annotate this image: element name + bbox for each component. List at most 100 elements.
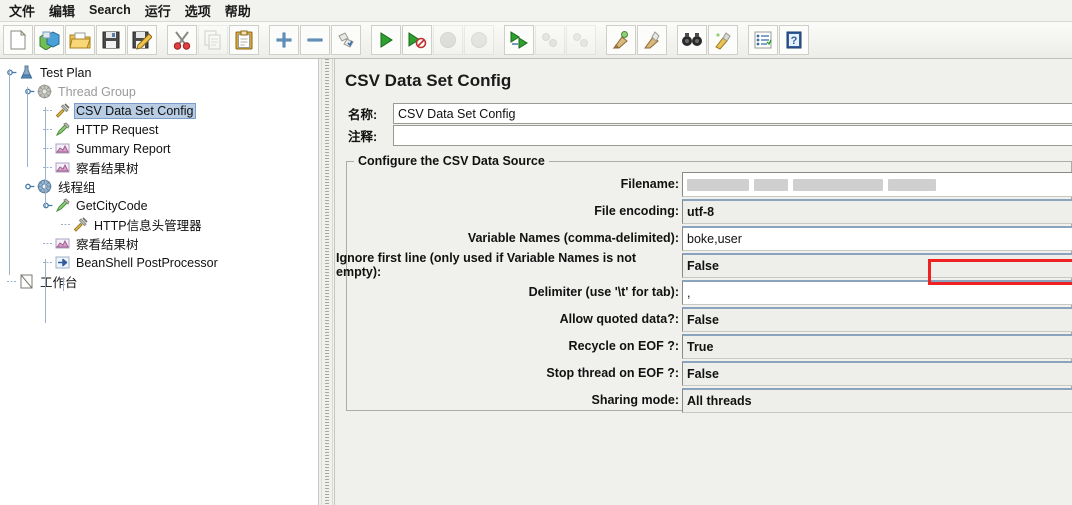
open-icon[interactable] bbox=[64, 25, 95, 55]
new-icon[interactable] bbox=[2, 25, 33, 55]
ignore-first-line-select-label: Ignore first line (only used if Variable… bbox=[336, 251, 637, 279]
delimiter-field[interactable]: , bbox=[682, 280, 1072, 305]
tree-connector bbox=[6, 276, 18, 287]
tree-node[interactable]: HTTP信息头管理器 bbox=[0, 215, 318, 234]
delimiter-field-label: Delimiter (use '\t' for tab): bbox=[528, 285, 679, 299]
tree-connector bbox=[42, 162, 54, 173]
test-plan-icon bbox=[18, 64, 35, 81]
allow-quoted-data-select[interactable]: False bbox=[682, 307, 1072, 332]
tree-node-label: 线程组 bbox=[58, 181, 96, 195]
clear-icon[interactable] bbox=[605, 25, 636, 55]
allow-quoted-data-select-row: Allow quoted data?: False bbox=[336, 307, 1072, 332]
tree-node[interactable]: CSV Data Set Config bbox=[0, 101, 318, 120]
save-as-icon[interactable] bbox=[126, 25, 157, 55]
ignore-first-line-select[interactable]: False bbox=[682, 253, 1072, 278]
thread-group-icon bbox=[36, 83, 53, 100]
config-element-icon bbox=[54, 102, 71, 119]
workbench-icon bbox=[18, 273, 35, 290]
start-icon[interactable] bbox=[370, 25, 401, 55]
templates-icon[interactable] bbox=[33, 25, 64, 55]
listener-icon bbox=[54, 140, 71, 157]
menu-help[interactable]: 帮助 bbox=[218, 0, 258, 22]
variable-names-field-row: Variable Names (comma-delimited): boke,us… bbox=[336, 226, 1072, 251]
tree-expander-icon[interactable] bbox=[6, 67, 18, 78]
search-reset-icon[interactable] bbox=[707, 25, 738, 55]
tree-node[interactable]: HTTP Request bbox=[0, 120, 318, 139]
tree-node[interactable]: Summary Report bbox=[0, 139, 318, 158]
tree-expander-icon[interactable] bbox=[24, 181, 36, 192]
toolbar: ? bbox=[0, 21, 1072, 59]
save-icon[interactable] bbox=[95, 25, 126, 55]
ignore-first-line-select-row: Ignore first line (only used if Variable… bbox=[336, 251, 1072, 279]
separator-3 bbox=[361, 25, 370, 55]
filename-field[interactable] bbox=[682, 172, 1072, 197]
tree-node[interactable]: Thread Group bbox=[0, 82, 318, 101]
paste-icon[interactable] bbox=[228, 25, 259, 55]
menu-search[interactable]: Search bbox=[82, 2, 138, 19]
tree-node-label: Thread Group bbox=[58, 84, 136, 99]
recycle-on-eof-select[interactable]: True bbox=[682, 334, 1072, 359]
menu-options[interactable]: 选项 bbox=[178, 0, 218, 22]
test-plan-tree-panel[interactable]: Test Plan Thread Group CSV Data Set Config… bbox=[0, 59, 318, 505]
stop-thread-on-eof-select[interactable]: False bbox=[682, 361, 1072, 386]
tree-node[interactable]: 察看结果树 bbox=[0, 158, 318, 177]
sampler-icon bbox=[54, 197, 71, 214]
file-encoding-field[interactable]: utf-8 bbox=[682, 199, 1072, 224]
name-label: 名称: bbox=[345, 103, 393, 124]
tree-connector bbox=[60, 219, 72, 230]
remote-shutdown-all-icon[interactable] bbox=[565, 25, 596, 55]
split-divider[interactable] bbox=[318, 59, 335, 505]
cut-icon[interactable] bbox=[166, 25, 197, 55]
tree-node-label: 察看结果树 bbox=[76, 162, 139, 176]
remote-start-all-icon[interactable] bbox=[503, 25, 534, 55]
tree-node-label: Test Plan bbox=[40, 65, 92, 80]
comment-row: 注释: bbox=[345, 125, 1072, 146]
name-input[interactable]: CSV Data Set Config bbox=[393, 103, 1072, 124]
tree-node-label: CSV Data Set Config bbox=[74, 102, 197, 119]
copy-icon[interactable] bbox=[197, 25, 228, 55]
sharing-mode-select-label: Sharing mode: bbox=[591, 393, 679, 407]
tree-connector bbox=[42, 257, 54, 268]
separator-4 bbox=[494, 25, 503, 55]
divider-grip[interactable] bbox=[325, 59, 329, 505]
function-helper-icon[interactable] bbox=[747, 25, 778, 55]
menu-run[interactable]: 运行 bbox=[138, 0, 178, 22]
tree-node[interactable]: Test Plan bbox=[0, 63, 318, 82]
menu-edit[interactable]: 编辑 bbox=[42, 0, 82, 22]
post-processor-icon bbox=[54, 254, 71, 271]
clear-all-icon[interactable] bbox=[636, 25, 667, 55]
tree-expander-icon[interactable] bbox=[24, 86, 36, 97]
sharing-mode-select-row: Sharing mode: All threads bbox=[336, 388, 1072, 413]
tree-node-label: BeanShell PostProcessor bbox=[76, 255, 218, 270]
tree-node[interactable]: 工作台 bbox=[0, 272, 318, 291]
config-element-icon bbox=[72, 216, 89, 233]
toggle-icon[interactable] bbox=[330, 25, 361, 55]
name-row: 名称: CSV Data Set Config bbox=[345, 103, 1072, 124]
recycle-on-eof-select-row: Recycle on EOF ?: True bbox=[336, 334, 1072, 359]
help-icon[interactable]: ? bbox=[778, 25, 809, 55]
separator-6 bbox=[667, 25, 676, 55]
redacted-value bbox=[687, 178, 936, 191]
tree-node-label: GetCityCode bbox=[76, 198, 148, 213]
tree-node[interactable]: 察看结果树 bbox=[0, 234, 318, 253]
tree-node-label: HTTP Request bbox=[76, 122, 159, 137]
tree-node[interactable]: 线程组 bbox=[0, 177, 318, 196]
sharing-mode-select[interactable]: All threads bbox=[682, 388, 1072, 413]
remote-stop-all-icon[interactable] bbox=[534, 25, 565, 55]
tree-node[interactable]: BeanShell PostProcessor bbox=[0, 253, 318, 272]
file-encoding-field-label: File encoding: bbox=[594, 204, 679, 218]
collapse-all-icon[interactable] bbox=[299, 25, 330, 55]
test-plan-tree[interactable]: Test Plan Thread Group CSV Data Set Config… bbox=[0, 59, 318, 323]
menu-file[interactable]: 文件 bbox=[2, 0, 42, 22]
tree-connector bbox=[42, 143, 54, 154]
menu-bar: 文件 编辑 Search 运行 选项 帮助 bbox=[0, 0, 1072, 21]
tree-expander-icon[interactable] bbox=[42, 200, 54, 211]
shutdown-icon[interactable] bbox=[463, 25, 494, 55]
stop-icon[interactable] bbox=[432, 25, 463, 55]
comment-input[interactable] bbox=[393, 125, 1072, 146]
search-icon[interactable] bbox=[676, 25, 707, 55]
expand-all-icon[interactable] bbox=[268, 25, 299, 55]
start-no-timers-icon[interactable] bbox=[401, 25, 432, 55]
tree-node[interactable]: GetCityCode bbox=[0, 196, 318, 215]
variable-names-field[interactable]: boke,user bbox=[682, 226, 1072, 251]
